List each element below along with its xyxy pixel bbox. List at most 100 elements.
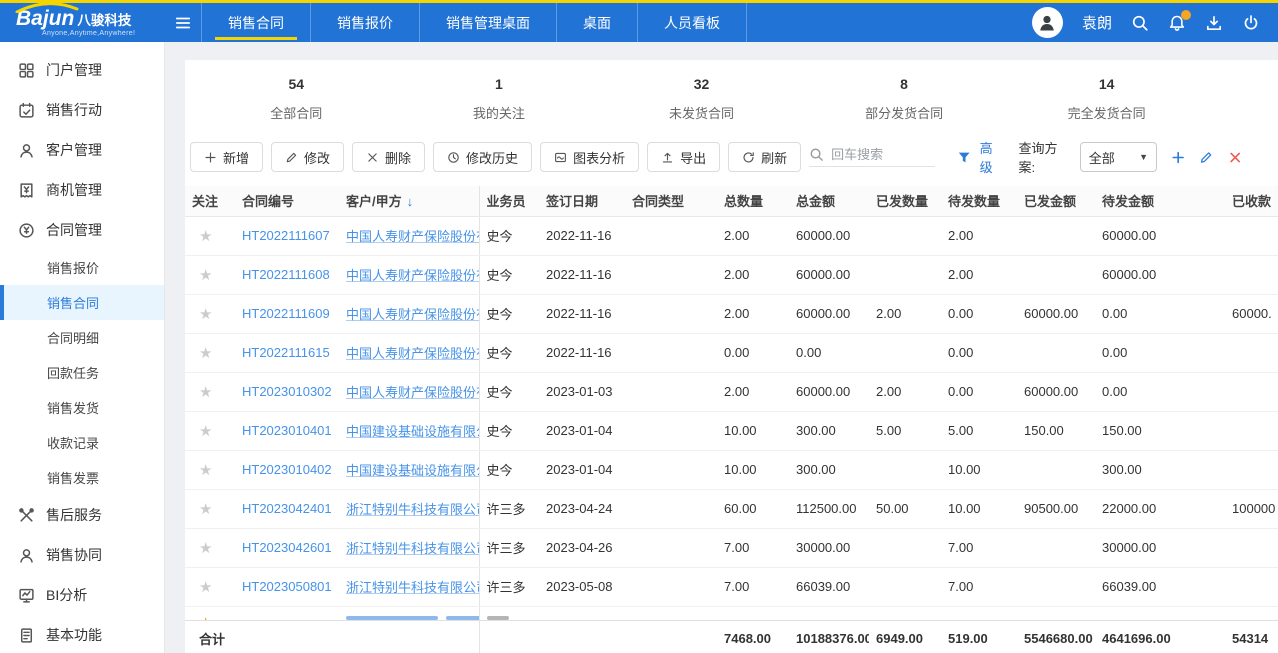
sort-desc-icon[interactable]: ↓: [407, 194, 414, 209]
col-header-shipped_qty[interactable]: 已发数量: [869, 186, 941, 216]
contract-number-link[interactable]: HT2023010302: [242, 384, 332, 399]
table-row[interactable]: ★HT2023010401中国建设基础设施有限公司史今2023-01-0410.…: [185, 411, 1278, 450]
col-header-pending_qty[interactable]: 待发数量: [941, 186, 1017, 216]
favorite-star-icon[interactable]: ★: [199, 384, 212, 401]
refresh-button[interactable]: 刷新: [728, 142, 801, 172]
sidebar-item[interactable]: 销售协同: [0, 535, 164, 575]
contract-number-link[interactable]: HT2023050801: [242, 579, 332, 594]
contract-number-link[interactable]: HT2022111607: [242, 228, 330, 243]
stat-filter[interactable]: 14完全发货合同: [1005, 76, 1208, 122]
user-name[interactable]: 袁朗: [1082, 12, 1112, 33]
customer-link[interactable]: 中国人寿财产保险股份有...: [346, 268, 479, 283]
contract-number-link[interactable]: HT2023010402: [242, 462, 332, 477]
contract-number-link[interactable]: HT2022111609: [242, 306, 330, 321]
sidebar-item[interactable]: 售后服务: [0, 495, 164, 535]
sidebar-item[interactable]: 商机管理: [0, 170, 164, 210]
favorite-star-icon[interactable]: ★: [199, 423, 212, 440]
chart-analysis-button[interactable]: 图表分析: [540, 142, 639, 172]
table-row[interactable]: ★HT2023010402中国建设基础设施有限公司史今2023-01-0410.…: [185, 450, 1278, 489]
favorite-star-icon[interactable]: ★: [199, 462, 212, 479]
add-scheme-button[interactable]: [1171, 150, 1185, 165]
favorite-star-icon[interactable]: ★: [199, 501, 212, 518]
stat-filter[interactable]: 8部分发货合同: [803, 76, 1006, 122]
table-row[interactable]: ★HT2023010302中国人寿财产保险股份有...史今2023-01-032…: [185, 372, 1278, 411]
customer-link[interactable]: 中国建设基础设施有限公司: [346, 463, 479, 478]
stat-filter[interactable]: 1我的关注: [398, 76, 601, 122]
col-header-fav[interactable]: 关注: [185, 186, 235, 216]
advanced-search-link[interactable]: 高级: [980, 138, 1005, 176]
table-row-clipped[interactable]: ★: [185, 606, 1278, 620]
customer-link[interactable]: 中国人寿财产保险股份有...: [346, 307, 479, 322]
favorite-star-icon[interactable]: ★: [199, 579, 212, 596]
nav-tab[interactable]: 销售管理桌面: [419, 3, 556, 42]
sidebar-subitem[interactable]: 收款记录: [0, 425, 164, 460]
favorite-star-icon[interactable]: ★: [199, 345, 212, 362]
favorite-star-icon[interactable]: ★: [199, 306, 212, 323]
sidebar-subitem[interactable]: 回款任务: [0, 355, 164, 390]
sidebar-item[interactable]: 销售行动: [0, 90, 164, 130]
col-header-salesperson[interactable]: 业务员: [479, 186, 539, 216]
avatar[interactable]: [1032, 7, 1063, 38]
table-row[interactable]: ★HT2022111608中国人寿财产保险股份有...史今2022-11-162…: [185, 255, 1278, 294]
edit-button[interactable]: 修改: [271, 142, 344, 172]
sidebar-item[interactable]: 合同管理: [0, 210, 164, 250]
query-scheme-select[interactable]: 全部 ▼: [1080, 142, 1157, 172]
favorite-star-icon[interactable]: ★: [199, 228, 212, 245]
search-input[interactable]: [831, 147, 931, 162]
col-header-sign_date[interactable]: 签订日期: [539, 186, 625, 216]
col-header-total_qty[interactable]: 总数量: [717, 186, 789, 216]
customer-link[interactable]: 浙江特别牛科技有限公司: [346, 580, 479, 595]
table-row[interactable]: ★HT2023042401浙江特别牛科技有限公司许三多2023-04-2460.…: [185, 489, 1278, 528]
customer-link[interactable]: 中国人寿财产保险股份有...: [346, 346, 479, 361]
nav-tab[interactable]: 销售合同: [201, 3, 310, 42]
sidebar-item[interactable]: 基本功能: [0, 615, 164, 653]
sidebar-subitem[interactable]: 销售报价: [0, 250, 164, 285]
contract-number-link[interactable]: HT2022111615: [242, 345, 330, 360]
stat-filter[interactable]: 32未发货合同: [600, 76, 803, 122]
sidebar-item[interactable]: BI分析: [0, 575, 164, 615]
col-header-type[interactable]: 合同类型: [625, 186, 717, 216]
search-icon[interactable]: [1131, 14, 1149, 32]
contract-number-link[interactable]: HT2023010401: [242, 423, 332, 438]
add-button[interactable]: 新增: [190, 142, 263, 172]
table-row[interactable]: ★HT2023050801浙江特别牛科技有限公司许三多2023-05-087.0…: [185, 567, 1278, 606]
export-button[interactable]: 导出: [647, 142, 720, 172]
contract-number-link[interactable]: HT2023042401: [242, 501, 332, 516]
delete-button[interactable]: 删除: [352, 142, 425, 172]
history-button[interactable]: 修改历史: [433, 142, 532, 172]
contract-number-link[interactable]: HT2022111608: [242, 267, 330, 282]
favorite-star-icon[interactable]: ★: [199, 267, 212, 284]
sidebar-subitem[interactable]: 销售发货: [0, 390, 164, 425]
collapse-menu-button[interactable]: [165, 3, 201, 42]
col-header-received[interactable]: 已收款: [1225, 186, 1278, 216]
col-header-shipped_amount[interactable]: 已发金额: [1017, 186, 1095, 216]
sidebar-subitem[interactable]: 销售合同: [0, 285, 164, 320]
nav-tab[interactable]: 桌面: [556, 3, 637, 42]
nav-tab[interactable]: 销售报价: [310, 3, 419, 42]
sidebar-subitem[interactable]: 销售发票: [0, 460, 164, 495]
nav-tab[interactable]: 人员看板: [637, 3, 747, 42]
delete-scheme-button[interactable]: [1228, 150, 1242, 165]
table-row[interactable]: ★HT2022111607中国人寿财产保险股份有...史今2022-11-162…: [185, 216, 1278, 255]
filter-icon[interactable]: [957, 150, 971, 165]
customer-link[interactable]: 浙江特别牛科技有限公司: [346, 502, 479, 517]
table-row[interactable]: ★HT2022111615中国人寿财产保险股份有...史今2022-11-160…: [185, 333, 1278, 372]
sidebar-item[interactable]: 客户管理: [0, 130, 164, 170]
col-header-total_amount[interactable]: 总金额: [789, 186, 869, 216]
sidebar-item[interactable]: 门户管理: [0, 50, 164, 90]
customer-link[interactable]: 中国建设基础设施有限公司: [346, 424, 479, 439]
customer-link[interactable]: 中国人寿财产保险股份有...: [346, 229, 479, 244]
stat-filter[interactable]: 54全部合同: [195, 76, 398, 122]
customer-link[interactable]: 浙江特别牛科技有限公司: [346, 541, 479, 556]
notifications-button[interactable]: [1168, 14, 1186, 32]
edit-scheme-button[interactable]: [1199, 150, 1213, 165]
table-row[interactable]: ★HT2023042601浙江特别牛科技有限公司许三多2023-04-267.0…: [185, 528, 1278, 567]
power-icon[interactable]: [1242, 14, 1260, 32]
favorite-star-icon[interactable]: ★: [199, 540, 212, 557]
col-header-pending_amount[interactable]: 待发金额: [1095, 186, 1225, 216]
search-box[interactable]: [809, 147, 935, 167]
table-row[interactable]: ★HT2022111609中国人寿财产保险股份有...史今2022-11-162…: [185, 294, 1278, 333]
download-icon[interactable]: [1205, 14, 1223, 32]
col-header-no[interactable]: 合同编号: [235, 186, 339, 216]
col-header-customer[interactable]: 客户/甲方↓: [339, 186, 479, 216]
